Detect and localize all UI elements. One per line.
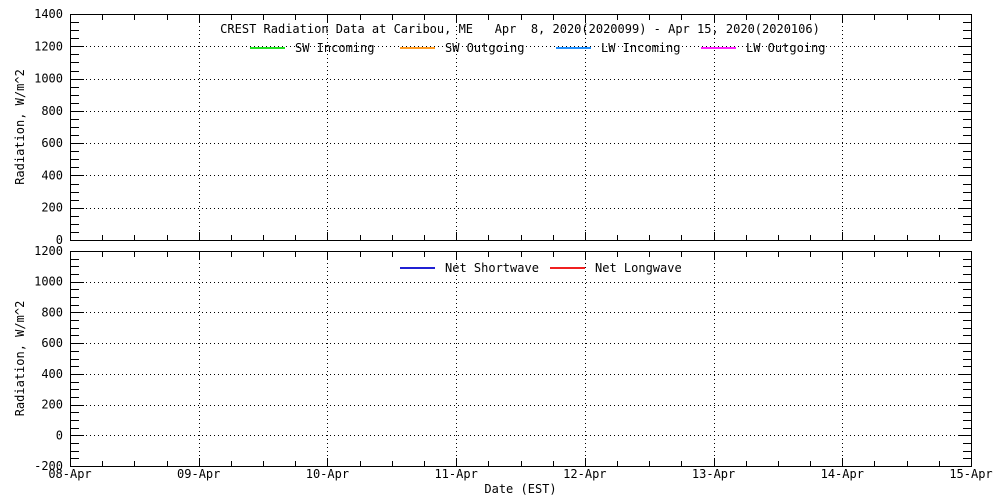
legend: Net Shortwave Net Longwave <box>400 261 682 275</box>
legend-item-net-shortwave: Net Shortwave <box>400 261 539 275</box>
legend-label: SW Incoming <box>295 41 374 55</box>
y-axis-tick-labels: -200020040060080010001200 <box>34 244 63 473</box>
y-tick-label: 400 <box>41 367 63 381</box>
x-tick-label: 08-Apr <box>48 467 91 481</box>
radiation-chart-page: 0 200 400 600 800 1000 1200 1400 Radiation, W/m^… <box>0 0 1000 500</box>
legend: SW Incoming SW Outgoing LW Incoming LW Outg… <box>250 41 825 55</box>
y-tick-label: 600 <box>41 336 63 350</box>
y-tick-label: 1400 <box>34 7 63 21</box>
y-tick-label: 1000 <box>34 275 63 289</box>
y-tick-label: 1200 <box>34 244 63 258</box>
bottom-panel: -200020040060080010001200Radiation, W/m^… <box>13 244 993 496</box>
x-tick-label: 13-Apr <box>692 467 735 481</box>
x-tick-label: 11-Apr <box>434 467 477 481</box>
chart-title: CREST Radiation Data at Caribou, ME Apr … <box>220 22 820 36</box>
grid-dotted <box>70 251 971 466</box>
y-tick-label: 800 <box>41 104 63 118</box>
radiation-plots: 0 200 400 600 800 1000 1200 1400 Radiation, W/m^… <box>0 0 1000 500</box>
plot-box <box>71 252 972 467</box>
legend-item-sw-outgoing: SW Outgoing <box>400 41 524 55</box>
y-tick-label: 1200 <box>34 39 63 53</box>
y-tick-label: 800 <box>41 305 63 319</box>
legend-label: LW Incoming <box>601 41 680 55</box>
legend-label: Net Shortwave <box>445 261 539 275</box>
y-tick-label: 400 <box>41 168 63 182</box>
x-tick-label: 14-Apr <box>821 467 864 481</box>
y-tick-label: 600 <box>41 136 63 150</box>
legend-item-sw-incoming: SW Incoming <box>250 41 374 55</box>
y-tick-label: 200 <box>41 201 63 215</box>
x-tick-label: 12-Apr <box>563 467 606 481</box>
y-tick-label: 200 <box>41 398 63 412</box>
y-axis-tick-labels: 0200400600800100012001400 <box>34 7 63 247</box>
x-axis-title: Date (EST) <box>484 482 556 496</box>
y-axis-title: Radiation, W/m^2 <box>13 69 27 185</box>
legend-label: LW Outgoing <box>746 41 825 55</box>
axis-ticks <box>71 252 972 467</box>
top-panel: 0200400600800100012001400Radiation, W/m^… <box>13 7 972 247</box>
y-axis-title: Radiation, W/m^2 <box>13 301 27 417</box>
y-tick-label: 0 <box>56 428 63 442</box>
x-tick-label: 09-Apr <box>177 467 220 481</box>
y-tick-label: 1000 <box>34 72 63 86</box>
x-tick-label: 15-Apr <box>949 467 992 481</box>
legend-label: SW Outgoing <box>445 41 524 55</box>
legend-item-lw-incoming: LW Incoming <box>556 41 680 55</box>
legend-item-net-longwave: Net Longwave <box>550 261 682 275</box>
x-axis-tick-labels: 08-Apr 09-Apr 10-Apr 11-Apr 12-Apr 13-Apr 14-A… <box>48 467 992 481</box>
legend-label: Net Longwave <box>595 261 682 275</box>
legend-item-lw-outgoing: LW Outgoing <box>701 41 825 55</box>
x-tick-label: 10-Apr <box>306 467 349 481</box>
